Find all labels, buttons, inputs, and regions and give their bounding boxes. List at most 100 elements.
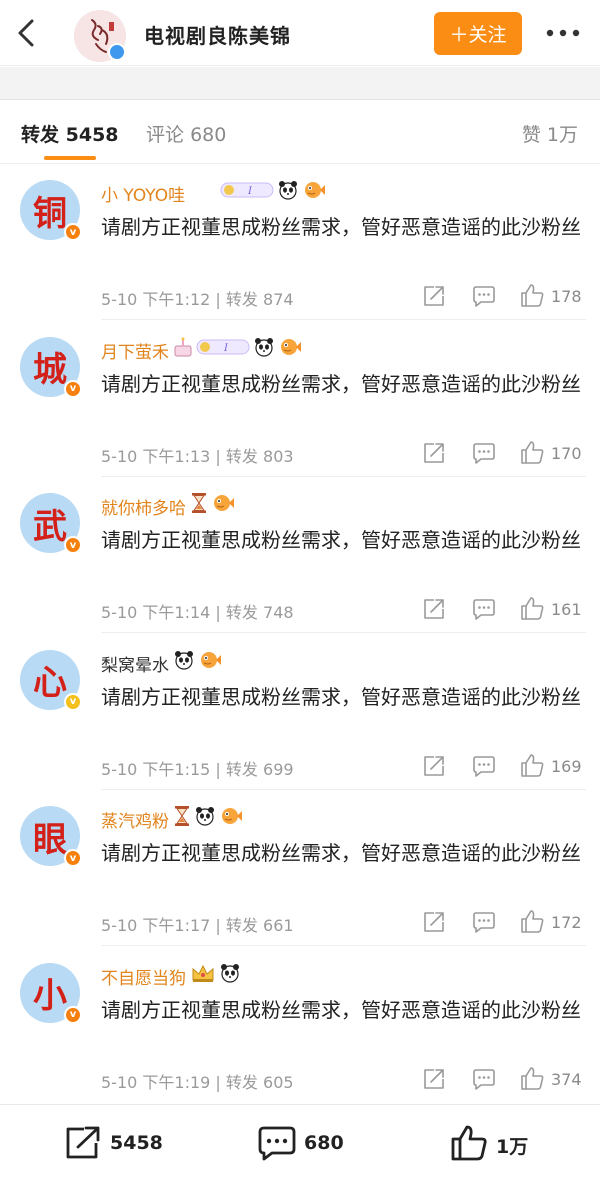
username[interactable]: 小 YOYO哇: [101, 181, 185, 206]
fish-icon: [278, 336, 302, 362]
panda-icon: [253, 336, 275, 362]
comment-icon[interactable]: [472, 284, 496, 308]
like-icon[interactable]: [520, 753, 544, 778]
repost-count: 605: [263, 1072, 294, 1092]
meta-separator: |: [210, 759, 226, 779]
username[interactable]: 蒸汽鸡粉: [101, 807, 169, 832]
tab-comment[interactable]: 评论 680: [146, 120, 226, 147]
verified-badge-icon: [108, 43, 126, 61]
share-icon[interactable]: [422, 1067, 446, 1091]
repost-meta: 5-10 下午1:13 | 转发 803: [101, 443, 294, 467]
verified-badge-icon: v: [64, 536, 82, 554]
follow-button[interactable]: ＋关注: [434, 12, 522, 55]
meta-separator: |: [210, 603, 226, 622]
like-icon[interactable]: [520, 284, 544, 308]
meta-separator: |: [210, 916, 226, 935]
user-badges: [190, 492, 235, 518]
verified-badge-icon: v: [64, 1005, 82, 1024]
fish-icon: [211, 492, 235, 518]
comment-icon[interactable]: [258, 1125, 296, 1161]
fish-icon: [302, 179, 326, 205]
like-icon[interactable]: [520, 1066, 544, 1091]
user-badges: [190, 963, 241, 986]
like-icon[interactable]: [450, 1125, 488, 1161]
vip-card-icon: I: [196, 337, 250, 361]
repost-meta: 5-10 下午1:12 | 转发 874: [101, 286, 294, 310]
like-icon[interactable]: [520, 910, 544, 934]
timestamp: 5-10 下午1:15: [101, 759, 211, 779]
bottom-like-count[interactable]: 1万: [496, 1132, 528, 1159]
like-icon[interactable]: [520, 597, 544, 621]
username[interactable]: 就你柿多哈: [101, 494, 186, 519]
repost-icon[interactable]: [64, 1125, 102, 1161]
share-icon[interactable]: [422, 754, 446, 778]
repost-text: 请剧方正视董思成粉丝需求，管好恶意造谣的此沙粉丝: [101, 684, 581, 709]
comment-icon[interactable]: [472, 1067, 496, 1091]
share-icon[interactable]: [422, 597, 446, 621]
meta-separator: |: [210, 290, 226, 309]
bottom-repost-count[interactable]: 5458: [110, 1132, 163, 1154]
verified-badge-icon: v: [64, 379, 82, 398]
panda-icon: [173, 649, 195, 675]
username[interactable]: 梨窝晕水: [101, 651, 169, 676]
like-icon[interactable]: [520, 440, 544, 465]
panda-icon: [194, 805, 216, 831]
comment-icon[interactable]: [472, 754, 496, 778]
username[interactable]: 月下萤禾: [101, 338, 169, 363]
repost-item[interactable]: 武 v 就你柿多哈 请剧方正视董思成粉丝需求，管好恶意造谣的此沙粉丝 5-10 …: [0, 477, 600, 633]
repost-meta: 5-10 下午1:15 | 转发 699: [101, 756, 294, 780]
tab-bar: 转发 5458 评论 680 赞 1万: [0, 100, 600, 164]
repost-text: 请剧方正视董思成粉丝需求，管好恶意造谣的此沙粉丝: [101, 215, 581, 239]
vip-card-icon: I: [220, 180, 274, 204]
like-count[interactable]: 374: [551, 1070, 582, 1089]
share-icon[interactable]: [422, 441, 446, 465]
comment-icon[interactable]: [472, 597, 496, 621]
repost-count: 699: [263, 759, 294, 779]
meta-separator: |: [210, 446, 226, 466]
share-icon[interactable]: [422, 910, 446, 934]
like-count[interactable]: 172: [551, 913, 582, 932]
repost-text: 请剧方正视董思成粉丝需求，管好恶意造谣的此沙粉丝: [101, 997, 581, 1022]
user-badges: I: [173, 336, 302, 362]
bottom-comment-count[interactable]: 680: [304, 1132, 344, 1154]
repost-count: 661: [263, 916, 294, 935]
comment-icon[interactable]: [472, 910, 496, 934]
panda-icon: [277, 179, 299, 205]
comment-icon[interactable]: [472, 441, 496, 465]
more-options-icon[interactable]: [546, 28, 580, 38]
like-count[interactable]: 161: [551, 600, 582, 619]
repost-count-label: 转发: [225, 1072, 258, 1092]
repost-meta: 5-10 下午1:14 | 转发 748: [101, 599, 294, 623]
meta-separator: |: [210, 1072, 226, 1092]
username[interactable]: 不自愿当狗: [101, 964, 186, 989]
repost-item[interactable]: 眼 v 蒸汽鸡粉 请剧方正视董思成粉丝需求，管好恶意造谣的此沙粉丝 5-10 下…: [0, 790, 600, 946]
timestamp: 5-10 下午1:14: [101, 603, 211, 622]
repost-meta: 5-10 下午1:19 | 转发 605: [101, 1069, 294, 1093]
repost-count: 803: [263, 446, 294, 466]
page-title: 电视剧良陈美锦: [144, 24, 291, 48]
repost-item[interactable]: 城 v 月下萤禾 I 请剧方正视董思成粉丝需求，管好恶意造谣的此沙粉丝 5-10…: [0, 321, 600, 477]
like-count[interactable]: 170: [551, 444, 582, 463]
timestamp: 5-10 下午1:19: [101, 1072, 211, 1092]
repost-item[interactable]: 小 v 不自愿当狗 请剧方正视董思成粉丝需求，管好恶意造谣的此沙粉丝 5-10 …: [0, 947, 600, 1103]
top-bar: 电视剧良陈美锦 ＋关注: [0, 0, 600, 66]
cake-icon: [173, 336, 193, 362]
verified-badge-icon: v: [64, 692, 82, 711]
repost-item[interactable]: 心 v 梨窝晕水 请剧方正视董思成粉丝需求，管好恶意造谣的此沙粉丝 5-10 下…: [0, 634, 600, 790]
repost-count-label: 转发: [225, 603, 258, 622]
like-count[interactable]: 178: [551, 287, 582, 306]
active-tab-indicator: [44, 156, 96, 160]
bottom-action-bar: 5458 680 1万: [0, 1104, 600, 1181]
share-icon[interactable]: [422, 284, 446, 308]
repost-text: 请剧方正视董思成粉丝需求，管好恶意造谣的此沙粉丝: [101, 841, 581, 865]
user-badges: [173, 805, 243, 831]
verified-badge-icon: v: [64, 223, 82, 241]
back-arrow-icon[interactable]: [14, 17, 40, 49]
repost-count: 748: [263, 603, 294, 622]
like-count[interactable]: 169: [551, 757, 582, 776]
tab-like[interactable]: 赞 1万: [522, 120, 578, 147]
repost-item[interactable]: 铜 v 小 YOYO哇 I 请剧方正视董思成粉丝需求，管好恶意造谣的此沙粉丝 5…: [0, 164, 600, 320]
hourglass-icon: [190, 492, 208, 518]
section-divider: [0, 67, 600, 100]
tab-repost[interactable]: 转发 5458: [21, 120, 119, 147]
